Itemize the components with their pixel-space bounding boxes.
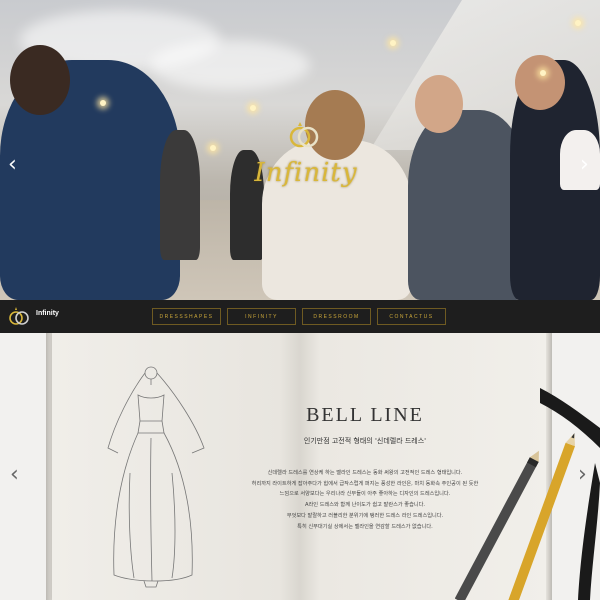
description-line: A라인 드레스와 함께 난이도가 쉽고 발란스가 좋습니다. <box>304 502 426 509</box>
nav-menu: DRESSSHAPES INFINITY DRESSROOM CONTACTUS <box>152 308 446 325</box>
chevron-left-icon[interactable]: ‹ <box>8 152 17 177</box>
dress-title: BELL LINE <box>306 404 424 426</box>
nav-item-dressroom[interactable]: DRESSROOM <box>302 308 371 325</box>
guest-head <box>10 45 70 115</box>
hero-logo: Infinity <box>226 110 386 210</box>
hero-banner: Infinity ‹ › <box>0 0 600 300</box>
chevron-right-icon[interactable]: › <box>580 152 589 177</box>
nav-item-dressshapes[interactable]: DRESSSHAPES <box>152 308 221 325</box>
description-line: 무엇보다 발랄하고 러블리한 분위기에 탱러한 드레스 라인 드레스입니다. <box>286 512 444 519</box>
cloud <box>150 40 310 90</box>
description-line: 특히 신부대기실 상에서는 벨라인을 연감할 드레스가 없습니다. <box>297 523 433 530</box>
description-line: 신데렐라 드레스를 연상케 하는 벨라인 드레스는 동화 써왕의 고전적인 드레… <box>267 470 463 476</box>
description-line: 허리까지 라이트하게 잡아주다가 힙에서 급작스럽게 퍼지는 풍성한 라인은, … <box>251 480 479 487</box>
rings-icon[interactable] <box>8 305 30 327</box>
book-page-left <box>52 333 300 600</box>
pencil-yellow <box>504 433 576 600</box>
hero-logo-text: Infinity <box>254 158 358 188</box>
groom-head <box>415 75 463 133</box>
dress-book-section <box>0 333 600 600</box>
guest <box>160 130 200 260</box>
sparkler <box>100 100 106 106</box>
description-line: 느낌으로 서양보다는 우리나라 신부들이 아주 좋아하는 디자인의 드레스입니다… <box>279 491 451 498</box>
sparkler <box>210 145 216 151</box>
chevron-right-icon[interactable]: › <box>578 462 587 487</box>
guest-head <box>515 55 565 110</box>
nav-item-infinity[interactable]: INFINITY <box>227 308 296 325</box>
dress-sketch <box>107 366 205 588</box>
navbar: Infinity DRESSSHAPES INFINITY DRESSROOM … <box>0 300 600 333</box>
rings-icon <box>289 122 319 148</box>
dress-subtitle: 인기만점 고전적 형태의 '신데렐라 드레스' <box>303 437 427 445</box>
sparkler <box>540 70 546 76</box>
sparkler <box>575 20 581 26</box>
chevron-left-icon[interactable]: ‹ <box>10 462 19 487</box>
dress-description: 신데렐라 드레스를 연상케 하는 벨라인 드레스는 동화 써왕의 고전적인 드레… <box>240 468 490 532</box>
brand-name[interactable]: Infinity <box>36 310 59 317</box>
sparkler <box>390 40 396 46</box>
nav-item-contactus[interactable]: CONTACTUS <box>377 308 446 325</box>
